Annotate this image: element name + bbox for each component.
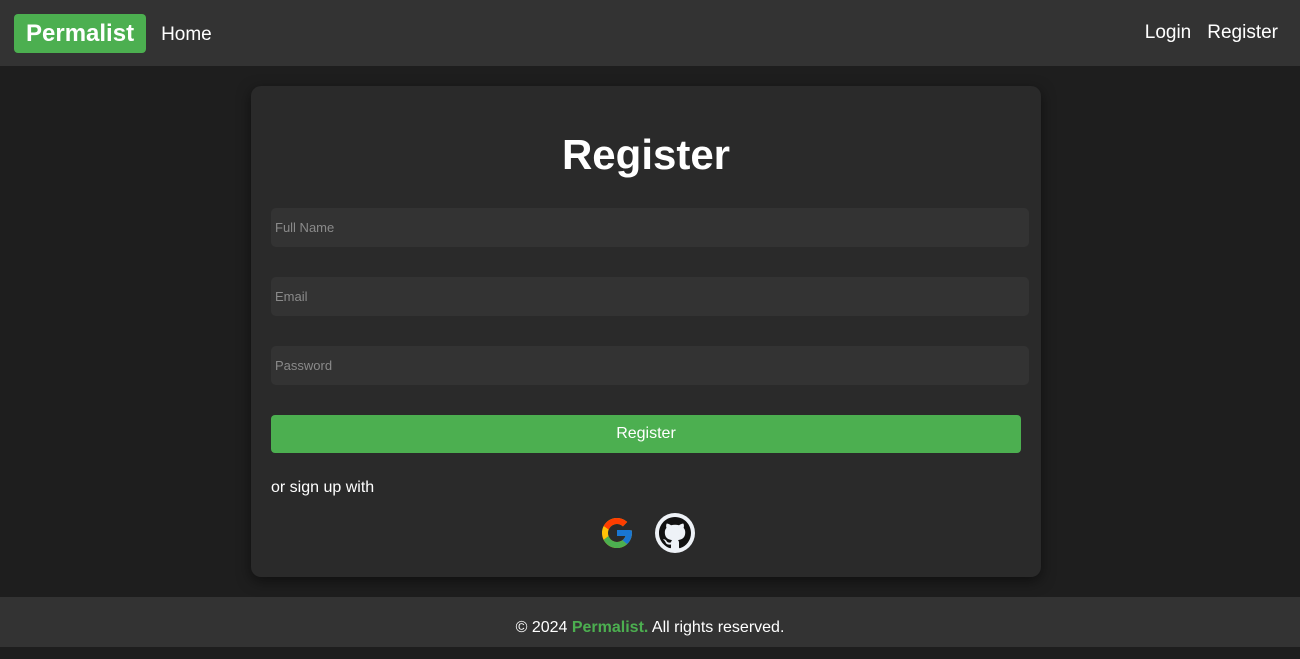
register-submit-button[interactable]: Register xyxy=(271,415,1021,453)
navbar: Permalist Home Login Register xyxy=(0,0,1300,66)
google-signup-button[interactable] xyxy=(597,513,637,553)
nav-right: Login Register xyxy=(1129,22,1278,44)
nav-home-link[interactable]: Home xyxy=(161,24,212,46)
footer-suffix: All rights reserved. xyxy=(648,619,785,636)
google-icon xyxy=(602,518,632,548)
github-signup-button[interactable] xyxy=(655,513,695,553)
page-title: Register xyxy=(561,131,731,178)
full-name-input[interactable] xyxy=(271,208,1029,247)
nav-left: Permalist Home xyxy=(14,13,212,53)
password-input[interactable] xyxy=(271,346,1029,385)
github-icon xyxy=(659,517,691,549)
social-signup-row xyxy=(251,513,1041,553)
email-input[interactable] xyxy=(271,277,1029,316)
nav-login-link[interactable]: Login xyxy=(1145,22,1192,44)
footer-prefix: © 2024 xyxy=(515,619,572,636)
nav-register-link[interactable]: Register xyxy=(1207,22,1278,44)
register-card: Register Register or sign up with xyxy=(251,86,1041,577)
brand-logo-button[interactable]: Permalist xyxy=(14,13,147,53)
footer-brand-link[interactable]: Permalist. xyxy=(572,619,648,636)
footer: © 2024 Permalist. All rights reserved. xyxy=(0,597,1300,647)
alt-signup-text: or sign up with xyxy=(271,479,375,496)
